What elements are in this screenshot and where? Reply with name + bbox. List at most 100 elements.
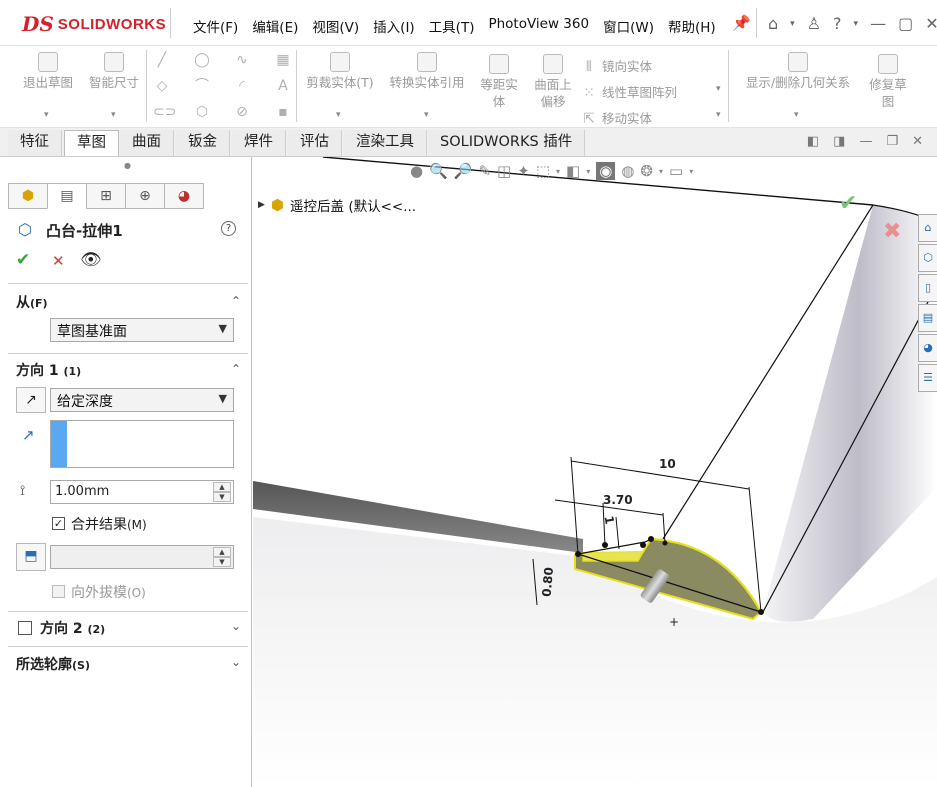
exit-sketch-button[interactable]: 退出草图 — [18, 52, 78, 91]
model-view[interactable] — [253, 157, 937, 787]
graphics-area[interactable]: 10 3.70 1 0.80 + ✔ ✖ — [253, 157, 937, 787]
section-view-icon[interactable]: ◫ — [497, 162, 511, 180]
selected-contours-header[interactable]: 所选轮廓(S) — [16, 654, 90, 674]
plane-icon[interactable]: ▦ — [274, 52, 292, 68]
polygon-icon[interactable]: ⬡ — [193, 104, 211, 120]
tree-root-label[interactable]: 遥控后盖 (默认<<... — [290, 195, 416, 215]
menu-window[interactable]: 窗口(W) — [596, 16, 661, 36]
chevron-down-icon[interactable]: ▾ — [424, 110, 429, 120]
minimize-icon[interactable]: — — [859, 134, 872, 149]
preview-eye-icon[interactable]: 👁 — [80, 250, 102, 270]
offset-entities-button[interactable]: 等距实 体 — [474, 54, 524, 110]
chevron-down-icon[interactable]: ▾ — [716, 110, 721, 120]
chevron-down-icon[interactable]: ▾ — [716, 84, 721, 94]
draft-outward-checkbox[interactable] — [52, 585, 65, 598]
merge-result-checkbox[interactable]: ✓ — [52, 517, 65, 530]
direction-selection-box[interactable] — [50, 420, 234, 468]
display-manager-tab-icon[interactable]: ◕ — [164, 183, 204, 209]
dimension-3-70[interactable]: 3.70 — [603, 493, 633, 507]
solidworks-logo[interactable]: DS SOLIDWORKS — [22, 10, 166, 38]
chevron-down-icon[interactable]: ▾ — [586, 167, 590, 176]
dimension-0-80[interactable]: 0.80 — [540, 567, 557, 598]
from-select[interactable]: 草图基准面 ▼ — [50, 318, 234, 342]
chevron-down-icon[interactable]: ▾ — [790, 19, 795, 29]
spin-down-icon[interactable]: ▼ — [213, 492, 231, 502]
direction1-section-header[interactable]: 方向 1 (1) — [16, 360, 81, 380]
menu-insert[interactable]: 插入(I) — [366, 16, 422, 36]
chevron-down-icon[interactable]: ⌄ — [231, 619, 241, 633]
panel-grip[interactable]: ● — [124, 161, 131, 170]
dynamic-annotation-icon[interactable]: ✦ — [517, 162, 530, 180]
draft-angle-input[interactable]: ▲ ▼ — [50, 545, 234, 569]
tile-left-icon[interactable]: ◧ — [807, 134, 819, 149]
view-palette-icon[interactable]: ▤ — [918, 304, 937, 332]
confirm-corner-check-icon[interactable]: ✔ — [839, 191, 857, 216]
menu-photoview[interactable]: PhotoView 360 — [481, 16, 596, 36]
menu-edit[interactable]: 编辑(E) — [245, 16, 305, 36]
tab-evaluate[interactable]: 评估 — [288, 130, 342, 156]
menu-file[interactable]: 文件(F) — [186, 16, 245, 36]
tab-addins[interactable]: SOLIDWORKS 插件 — [428, 130, 586, 156]
apply-scene-icon[interactable]: ❂ — [640, 162, 653, 180]
zoom-to-fit-icon[interactable]: 🔍 — [429, 162, 448, 180]
custom-properties-icon[interactable]: ☰ — [918, 364, 937, 392]
point-icon[interactable]: ▪ — [274, 104, 292, 120]
edit-appearance-icon[interactable]: ◍ — [621, 162, 634, 180]
lightbulb-icon[interactable]: ● — [410, 162, 423, 180]
chevron-down-icon[interactable]: ▾ — [556, 167, 560, 176]
maximize-icon[interactable]: ▢ — [898, 14, 913, 33]
spin-down-icon[interactable]: ▼ — [213, 557, 231, 567]
help-icon[interactable]: ? — [833, 14, 842, 33]
chevron-down-icon[interactable]: ▾ — [689, 167, 693, 176]
display-style-icon[interactable]: ◧ — [566, 162, 580, 180]
tile-right-icon[interactable]: ◨ — [833, 134, 845, 149]
home-icon[interactable]: ⌂ — [768, 14, 778, 33]
chevron-down-icon[interactable]: ▾ — [854, 19, 859, 29]
previous-view-icon[interactable]: ✎ — [478, 162, 491, 180]
help-icon[interactable]: ? — [221, 221, 236, 236]
view-orientation-icon[interactable]: ⬚ — [536, 162, 550, 180]
hide-show-items-icon[interactable]: ◉ — [596, 162, 616, 180]
dimxpert-tab-icon[interactable]: ⊕ — [125, 183, 165, 209]
end-condition-select[interactable]: 给定深度 ▼ — [50, 388, 234, 412]
configuration-manager-tab-icon[interactable]: ⊞ — [86, 183, 126, 209]
tab-weldments[interactable]: 焊件 — [232, 130, 286, 156]
close-icon[interactable]: ✕ — [925, 14, 937, 33]
rectangle-icon[interactable]: ◇ — [153, 78, 171, 94]
user-icon[interactable]: ♙ — [807, 14, 821, 33]
spin-up-icon[interactable]: ▲ — [213, 482, 231, 492]
chevron-down-icon[interactable]: ▾ — [794, 110, 799, 120]
menu-tools[interactable]: 工具(T) — [422, 16, 482, 36]
solidworks-resources-icon[interactable]: ⌂ — [918, 214, 937, 242]
confirm-corner-cancel-icon[interactable]: ✖ — [883, 219, 901, 244]
appearances-icon[interactable]: ◕ — [918, 334, 937, 362]
chevron-down-icon[interactable]: ▾ — [44, 110, 49, 120]
arc-icon[interactable]: ⌒ — [193, 78, 211, 94]
menu-view[interactable]: 视图(V) — [305, 16, 366, 36]
tab-sheet-metal[interactable]: 钣金 — [176, 130, 230, 156]
spline-icon[interactable]: ∿ — [233, 52, 251, 68]
draft-toggle-button[interactable]: ⬒ — [16, 543, 46, 571]
chevron-down-icon[interactable]: ▾ — [111, 110, 116, 120]
spin-up-icon[interactable]: ▲ — [213, 547, 231, 557]
design-library-icon[interactable]: ⬡ — [918, 244, 937, 272]
expand-arrow-icon[interactable]: ▶ — [258, 200, 265, 210]
fillet-icon[interactable]: ◜ — [233, 78, 251, 94]
dimension-10[interactable]: 10 — [659, 457, 676, 471]
zoom-to-area-icon[interactable]: 🔎 — [454, 162, 473, 180]
from-section-header[interactable]: 从(F) — [16, 292, 48, 312]
slot-icon[interactable]: ⊂⊃ — [153, 104, 176, 120]
repair-sketch-button[interactable]: 修复草 图 — [862, 54, 914, 110]
close-icon[interactable]: ✕ — [912, 134, 923, 149]
linear-pattern-button[interactable]: ⁙ 线性草图阵列 — [580, 80, 677, 106]
circle-icon[interactable]: ◯ — [193, 52, 211, 68]
surface-offset-button[interactable]: 曲面上 偏移 — [528, 54, 578, 110]
display-relations-button[interactable]: 显示/删除几何关系 — [736, 52, 860, 91]
chamfer-icon[interactable]: ⊘ — [233, 104, 251, 120]
tab-surfaces[interactable]: 曲面 — [120, 130, 174, 156]
direction2-section-header[interactable]: 方向 2 (2) — [40, 618, 105, 638]
trim-entities-button[interactable]: 剪裁实体(T) — [302, 52, 378, 91]
depth-input[interactable]: 1.00mm ▲ ▼ — [50, 480, 234, 504]
line-icon[interactable]: ╱ — [153, 52, 171, 68]
chevron-down-icon[interactable]: ⌄ — [231, 655, 241, 669]
